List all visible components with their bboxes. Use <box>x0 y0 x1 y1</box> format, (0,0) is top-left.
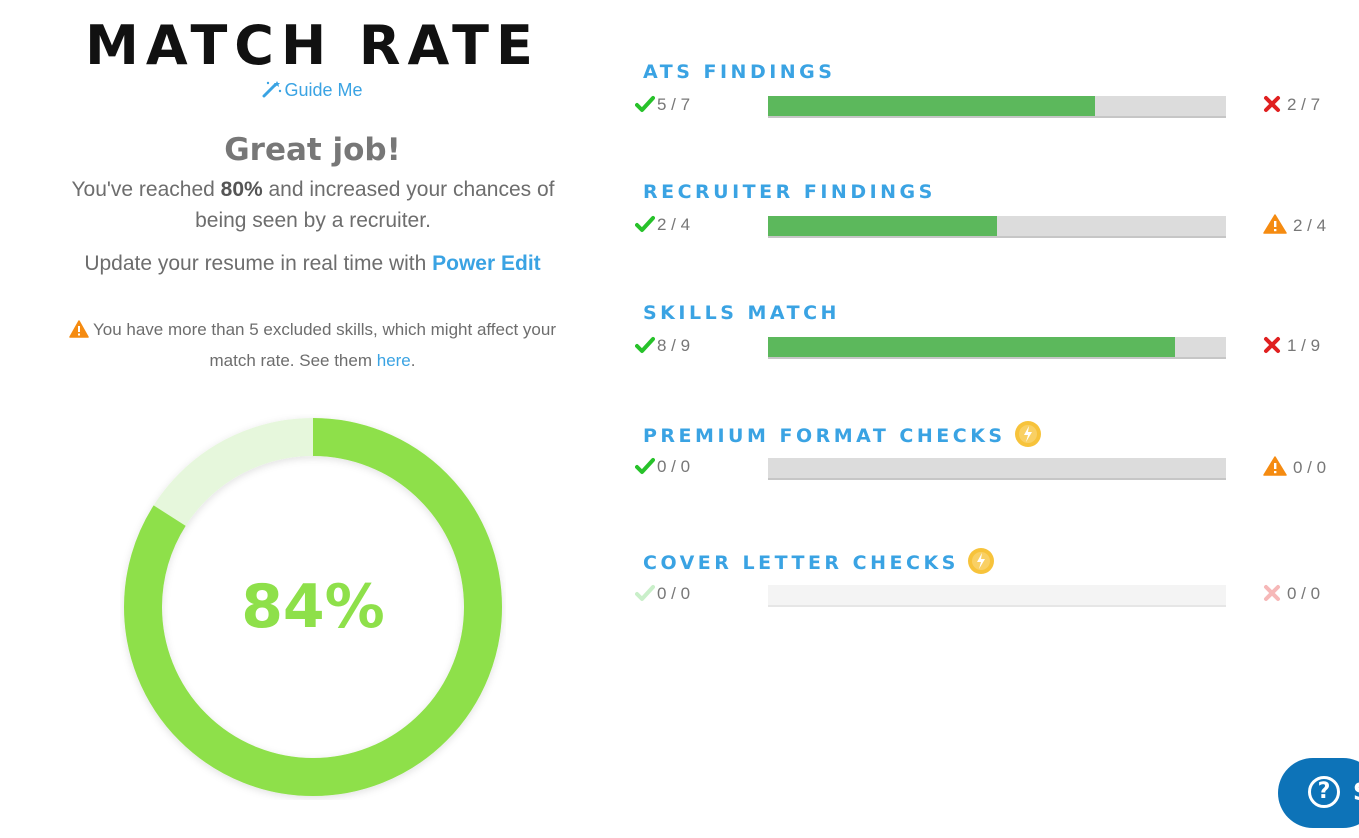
lightning-bolt-icon <box>967 548 994 574</box>
page-title: MATCH RATE <box>85 14 540 77</box>
guide-me-link[interactable]: Guide Me <box>0 80 625 101</box>
failed-count: 2 / 4 <box>1263 214 1353 236</box>
passed-count: 5 / 7 <box>635 94 745 116</box>
match-rate-panel: MATCH RATE Guide Me Great job! You've re… <box>0 0 625 838</box>
passed-count: 2 / 4 <box>635 214 745 236</box>
lightning-bolt-icon <box>1014 421 1041 447</box>
guide-me-label: Guide Me <box>284 80 363 100</box>
check-icon <box>635 585 655 601</box>
magic-wand-icon <box>262 81 282 98</box>
failed-count: 0 / 0 <box>1263 456 1353 478</box>
question-icon: ? <box>1308 776 1340 808</box>
progress-bar <box>768 585 1226 607</box>
x-icon <box>1264 337 1280 353</box>
status-heading: Great job! <box>224 132 401 168</box>
check-icon <box>635 96 655 112</box>
progress-fill <box>768 216 997 236</box>
progress-fill <box>768 337 1176 357</box>
section-title[interactable]: SKILLS MATCH <box>643 299 840 327</box>
failed-count: 2 / 7 <box>1263 94 1353 116</box>
power-edit-link[interactable]: Power Edit <box>432 252 541 275</box>
help-button[interactable]: ? S <box>1278 758 1359 828</box>
excluded-skills-warning: You have more than 5 excluded skills, wh… <box>55 314 570 376</box>
section-title[interactable]: COVER LETTER CHECKS <box>643 547 995 575</box>
warning-icon <box>1263 214 1287 234</box>
findings-section: SKILLS MATCH 8 / 91 / 9 <box>635 299 1343 369</box>
progress-bar <box>768 337 1226 359</box>
findings-section: ATS FINDINGS 5 / 72 / 7 <box>635 58 1343 128</box>
excluded-skills-link[interactable]: here <box>377 351 411 370</box>
section-title[interactable]: PREMIUM FORMAT CHECKS <box>643 420 1042 448</box>
warning-icon <box>1263 456 1287 476</box>
findings-section: RECRUITER FINDINGS 2 / 42 / 4 <box>635 178 1343 248</box>
reached-text: You've reached 80% and increased your ch… <box>71 178 555 232</box>
passed-count: 0 / 0 <box>635 456 745 478</box>
failed-count: 1 / 9 <box>1263 335 1353 357</box>
failed-count: 0 / 0 <box>1263 583 1353 605</box>
check-icon <box>635 216 655 232</box>
passed-count: 0 / 0 <box>635 583 745 605</box>
warning-icon <box>69 320 89 338</box>
passed-count: 8 / 9 <box>635 335 745 357</box>
section-title[interactable]: ATS FINDINGS <box>643 58 835 86</box>
findings-section: COVER LETTER CHECKS 0 / 00 / 0 <box>635 547 1343 617</box>
reached-percent: 80% <box>220 178 263 201</box>
progress-bar <box>768 96 1226 118</box>
x-icon <box>1264 585 1280 601</box>
progress-bar <box>768 458 1226 480</box>
update-text: Update your resume in real time with Pow… <box>84 252 541 275</box>
progress-bar <box>768 216 1226 238</box>
x-icon <box>1264 96 1280 112</box>
progress-fill <box>768 96 1095 116</box>
findings-section: PREMIUM FORMAT CHECKS 0 / 00 / 0 <box>635 420 1343 490</box>
check-icon <box>635 458 655 474</box>
section-title[interactable]: RECRUITER FINDINGS <box>643 178 936 206</box>
check-icon <box>635 337 655 353</box>
match-rate-score: 84% <box>241 572 385 642</box>
help-label: S <box>1353 778 1359 806</box>
